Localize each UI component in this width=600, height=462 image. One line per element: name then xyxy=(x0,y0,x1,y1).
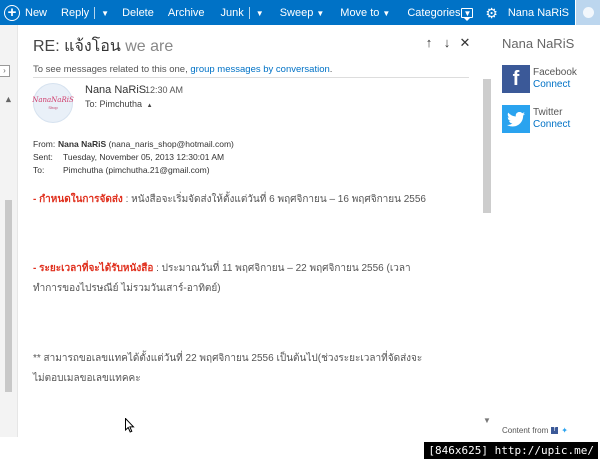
close-icon[interactable]: ✕ xyxy=(459,36,471,49)
reply-separator xyxy=(94,6,96,19)
highlight-text: กำหนดในการจัดส่ง xyxy=(39,194,123,205)
twitter-title: Twitter xyxy=(533,107,563,118)
body-paragraph: - กำหนดในการจัดส่ง : หนังสือจะเริ่มจัดส่… xyxy=(33,190,433,210)
paragraph-text: : หนังสือจะเริ่มจัดส่งให้ตั้งแต่วันที่ 6… xyxy=(122,194,426,205)
delete-button[interactable]: Delete xyxy=(122,0,154,25)
junk-label: Junk xyxy=(220,6,244,19)
group-conversation-link[interactable]: group messages by conversation xyxy=(190,64,329,75)
scroll-up-icon[interactable]: ▼ xyxy=(4,95,13,105)
chat-icon[interactable] xyxy=(461,7,474,21)
command-bar: + New Reply ▼ Delete Archive Junk ▼ Swee… xyxy=(0,0,600,25)
plus-icon: + xyxy=(4,4,20,21)
from-label: From: xyxy=(33,139,56,149)
sender-name[interactable]: Nana NaRiS xyxy=(85,84,146,96)
body-paragraph: ** สามารถขอเลขแทคได้ตั้งแต่วันที่ 22 พฤศ… xyxy=(33,349,433,389)
message-subject: RE: แจ้งโอน we are xyxy=(33,34,173,59)
facebook-icon: f xyxy=(502,65,530,93)
related-end: . xyxy=(329,64,333,75)
account-avatar[interactable] xyxy=(575,0,600,25)
sent-label: Sent: xyxy=(33,152,53,162)
quoted-sent-row: Sent: Tuesday, November 05, 2013 12:30:0… xyxy=(33,151,234,164)
from-email: (nana_naris_shop@hotmail.com) xyxy=(108,139,234,149)
watermark: [846x625] http://upic.me/ xyxy=(424,442,598,459)
archive-button[interactable]: Archive xyxy=(168,0,205,25)
sent-value: Tuesday, November 05, 2013 12:30:01 AM xyxy=(63,152,225,162)
reading-pane: RE: แจ้งโอน we are ↑ ↓ ✕ To see messages… xyxy=(19,25,493,437)
avatar-logo-sub: Shop xyxy=(48,104,58,110)
account-name[interactable]: Nana NaRiS xyxy=(508,7,569,19)
people-pane: Nana NaRiS f Facebook Connect Twitter Co… xyxy=(493,25,600,437)
gear-icon[interactable]: ⚙ xyxy=(485,6,498,20)
message-scrollbar[interactable]: ▼ xyxy=(481,25,493,437)
scroll-down-icon[interactable]: ▼ xyxy=(483,416,491,425)
divider xyxy=(33,77,469,78)
people-icon: ▲ xyxy=(146,103,153,109)
twitter-icon xyxy=(502,105,530,133)
contact-name[interactable]: Nana NaRiS xyxy=(502,36,574,51)
facebook-connect-link[interactable]: Connect xyxy=(533,79,577,91)
content-source: Content from f ✦ xyxy=(502,426,568,435)
scrollbar-thumb[interactable] xyxy=(5,200,12,392)
message-nav: ↑ ↓ ✕ xyxy=(423,36,471,49)
expand-pane-icon[interactable]: › xyxy=(0,65,10,77)
sweep-label: Sweep xyxy=(279,6,314,19)
twitter-connect[interactable]: Twitter Connect xyxy=(502,105,570,133)
chevron-down-icon[interactable]: ▼ xyxy=(256,9,264,18)
recipient-line: To: Pimchutha ▲ xyxy=(85,99,153,109)
move-to-label: Move to xyxy=(340,6,380,19)
reply-label: Reply xyxy=(61,6,90,19)
sender-avatar[interactable]: NanaNaRiS Shop xyxy=(32,83,74,123)
quoted-to-row: To: Pimchutha (pimchutha.21@gmail.com) xyxy=(33,164,234,177)
from-name: Nana NaRiS xyxy=(58,139,107,149)
twitter-connect-link[interactable]: Connect xyxy=(533,119,570,131)
subject-rest: we are xyxy=(125,38,174,55)
chevron-down-icon: ▼ xyxy=(382,9,391,18)
arrow-up-icon[interactable]: ↑ xyxy=(423,36,435,49)
scrollbar-thumb[interactable] xyxy=(483,79,491,213)
message-time: 12:30 AM xyxy=(145,85,184,95)
new-label: New xyxy=(25,6,48,19)
paragraph-text: ** สามารถขอเลขแทคได้ตั้งแต่วันที่ 22 พฤศ… xyxy=(33,353,423,384)
new-button[interactable]: + New xyxy=(4,0,47,25)
quoted-to-value: Pimchutha (pimchutha.21@gmail.com) xyxy=(63,165,210,175)
facebook-connect[interactable]: f Facebook Connect xyxy=(502,65,577,93)
junk-separator xyxy=(248,6,250,19)
delete-label: Delete xyxy=(122,6,154,19)
chevron-down-icon: ▼ xyxy=(316,9,325,18)
folder-pane-collapsed: › ▼ xyxy=(0,25,18,437)
junk-button[interactable]: Junk ▼ xyxy=(221,0,264,25)
subject-thai: แจ้งโอน xyxy=(64,38,121,55)
reply-button[interactable]: Reply ▼ xyxy=(61,0,109,25)
archive-label: Archive xyxy=(167,6,205,19)
facebook-title: Facebook xyxy=(533,67,577,78)
person-icon xyxy=(582,7,594,18)
to-label: To: xyxy=(85,99,98,109)
avatar-logo-text: NanaNaRiS xyxy=(32,95,74,104)
twitter-icon: ✦ xyxy=(561,426,568,435)
quoted-header: From: Nana NaRiS (nana_naris_shop@hotmai… xyxy=(33,138,234,177)
body-paragraph: - ระยะเวลาที่จะได้รับหนังสือ : ประมาณวัน… xyxy=(33,259,433,299)
quoted-from-row: From: Nana NaRiS (nana_naris_shop@hotmai… xyxy=(33,138,234,151)
categories-label: Categories xyxy=(407,6,461,19)
subject-prefix: RE: xyxy=(33,38,60,55)
recipient-name[interactable]: Pimchutha xyxy=(100,99,143,109)
related-messages-note: To see messages related to this one, gro… xyxy=(33,64,332,75)
move-to-button[interactable]: Move to ▼ xyxy=(340,0,390,25)
sweep-button[interactable]: Sweep ▼ xyxy=(280,0,325,25)
arrow-down-icon[interactable]: ↓ xyxy=(441,36,453,49)
chevron-down-icon[interactable]: ▼ xyxy=(101,9,109,18)
facebook-icon: f xyxy=(551,427,559,434)
highlight-text: ระยะเวลาที่จะได้รับหนังสือ xyxy=(39,263,154,274)
quoted-to-label: To: xyxy=(33,165,45,175)
content-from-label: Content from xyxy=(502,426,549,435)
related-text: To see messages related to this one, xyxy=(33,64,188,75)
